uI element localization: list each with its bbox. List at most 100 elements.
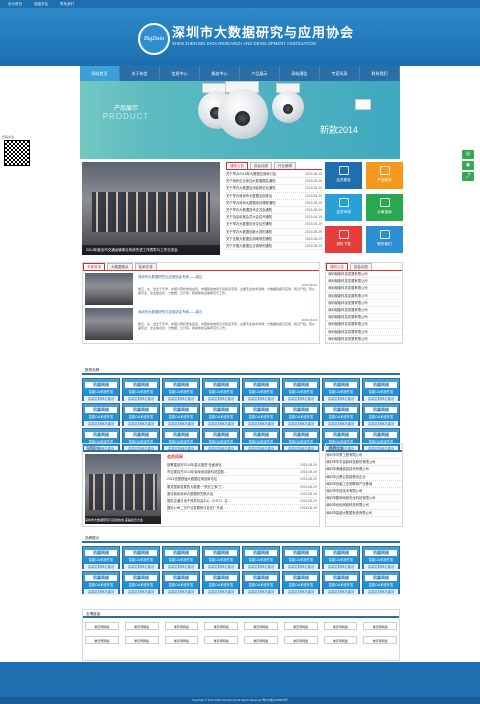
list-item[interactable]: 市交委召开2014年省深圳创新科技暨城… 2015-08-29 <box>167 469 317 477</box>
list-item[interactable]: 关于组织企业参加大数据展会通知 2015-08-29 <box>226 178 322 186</box>
friend-link[interactable]: 重庆博网络 <box>204 622 238 630</box>
nav-item[interactable]: 专家风采 <box>320 66 360 81</box>
brand-banner[interactable]: 凤凰网络 智能OA系统开发 高端定制网站建设 <box>202 378 240 402</box>
brand-banner[interactable]: 凤凰网络 智能OA系统开发 高端定制网站建设 <box>82 546 120 570</box>
friend-link[interactable]: 重庆博网络 <box>363 622 397 630</box>
list-item[interactable]: 邀请我省深圳大数据研究院大会 2015-08-29 <box>167 491 317 498</box>
friend-link[interactable]: 重庆博网络 <box>283 622 318 630</box>
brand-banner[interactable]: 凤凰网络 智能OA系统开发 高端定制网站建设 <box>122 571 160 595</box>
tab-notice[interactable]: 通知公告 <box>226 162 248 169</box>
list-item[interactable]: 关于开展大数据企业调研的通知 2015-08-29 <box>226 243 322 251</box>
list-item[interactable]: 国际交通与电子商务协会中心（GITC）召… 2015-08-29 <box>167 498 317 506</box>
brand-banner[interactable]: 凤凰网络 智能OA系统开发 高端定制网站建设 <box>202 546 240 570</box>
brand-banner[interactable]: 凤凰网络 智能OA系统开发 高端定制网站建设 <box>242 546 280 570</box>
list-item[interactable]: 关于举办大数据技术交流会通知 2015-08-29 <box>226 207 322 215</box>
brand-banner[interactable]: 凤凰网络 智能OA系统开发 高端定制网站建设 <box>282 403 320 427</box>
logo-icon[interactable]: BigData <box>138 23 170 55</box>
list-item[interactable]: 国际公司二次产业发展研讨会在厂东省… 2015-08-29 <box>167 505 317 513</box>
list-item[interactable]: 部署建设好2014年重点推进“全面深化… 2015-08-29 <box>167 462 317 470</box>
list-item[interactable]: 深圳赋能科技发展有限公司 <box>326 293 402 300</box>
friend-link[interactable]: 重庆博网络 <box>323 636 358 644</box>
friend-link[interactable]: 重庆博网络 <box>244 622 278 630</box>
news-photo[interactable]: 2014年度全市交通运输事业系统先进工作表彰与工作交流会 <box>82 162 220 255</box>
brand-banner[interactable]: 凤凰网络 智能OA系统开发 高端定制网站建设 <box>282 378 320 402</box>
list-item[interactable]: 深圳赋能科技发展有限公司 <box>326 307 402 315</box>
friend-link[interactable]: 重庆博网络 <box>164 622 199 630</box>
brand-banner[interactable]: 凤凰网络 智能OA系统开发 高端定制网站建设 <box>242 571 280 595</box>
list-item[interactable]: 深圳赋能科技发展有限公司 <box>326 285 402 293</box>
brand-banner[interactable]: 凤凰网络 智能OA系统开发 高端定制网站建设 <box>282 571 320 595</box>
list-item[interactable]: 深圳市优越工业物联网产业基地 <box>326 481 402 488</box>
list-item[interactable]: 深圳市华东高新科技股份有限公司 <box>326 459 402 467</box>
nav-item[interactable]: 关于协会 <box>120 66 160 81</box>
nav-item[interactable]: 信息中心 <box>160 66 200 81</box>
download-button[interactable]: 资料下载 <box>325 226 362 253</box>
tab-tech[interactable]: 技术交流 <box>134 263 157 270</box>
wechat-icon[interactable]: ◎ <box>462 150 474 159</box>
banner[interactable]: 产品展示 PRODUCT 新款2014 <box>80 81 400 159</box>
friend-link[interactable]: 重庆博网络 <box>283 636 318 644</box>
brand-banner[interactable]: 凤凰网络 智能OA系统开发 高端定制网站建设 <box>362 378 400 402</box>
top-link[interactable]: 联系我们 <box>60 2 74 6</box>
brand-banner[interactable]: 凤凰网络 智能OA系统开发 高端定制网站建设 <box>162 546 200 570</box>
member-service-button[interactable]: 会员服务 <box>325 162 362 189</box>
list-item[interactable]: 深圳赋能科技发展有限公司 <box>326 329 402 336</box>
friend-link[interactable]: 重庆博网络 <box>363 636 397 644</box>
list-item[interactable]: 关于举办2015年大数据应用研讨会 2015-08-29 <box>226 171 322 179</box>
brand-banner[interactable]: 凤凰网络 智能OA系统开发 高端定制网站建设 <box>122 546 160 570</box>
list-item[interactable]: 关于举办大数据安全论坛的通知 2015-08-29 <box>226 221 322 229</box>
brand-banner[interactable]: 凤凰网络 智能OA系统开发 高端定制网站建设 <box>202 403 240 427</box>
list-item[interactable]: 深圳市数码网络安全科技有限公司 <box>326 495 402 503</box>
list-item[interactable]: 服务国家发展的大数据一“院长之家”之… 2015-08-29 <box>167 484 317 491</box>
brand-banner[interactable]: 凤凰网络 智能OA系统开发 高端定制网站建设 <box>322 403 360 427</box>
list-item[interactable]: 深圳市华策工程有限公司 <box>326 452 402 460</box>
expert-row[interactable]: 深圳市大数据研究与应用协会专家——姚云 2015-08-29 姚云，女，出生于天… <box>83 271 319 306</box>
brand-banner[interactable]: 凤凰网络 智能OA系统开发 高端定制网站建设 <box>322 571 360 595</box>
product-service-button[interactable]: 产品服务 <box>366 162 403 189</box>
friend-link[interactable]: 重庆博网络 <box>85 622 119 630</box>
expert-title[interactable]: 深圳市大数据研究与应用协会专家——姚云 <box>138 310 317 314</box>
list-item[interactable]: 深圳市华信技术有限公司 <box>326 488 402 496</box>
list-item[interactable]: 深圳赋能科技发展有限公司 <box>326 336 402 343</box>
friend-link[interactable]: 重庆博网络 <box>124 636 159 644</box>
list-item[interactable]: 深圳赋能科技发展有限公司 <box>326 321 402 329</box>
list-item[interactable]: 关于举办深圳大数据培训课程通知 2015-08-29 <box>226 200 322 207</box>
list-item[interactable]: 深圳市云腾云智能物流企业 <box>326 474 402 481</box>
expert-title[interactable]: 深圳市大数据研究与应用协会专家——姚云 <box>138 275 317 279</box>
friend-link[interactable]: 重庆博网络 <box>164 636 199 644</box>
friend-link[interactable]: 重庆博网络 <box>323 622 358 630</box>
list-item[interactable]: 深圳市高超大数据系统有限公司 <box>326 510 402 517</box>
brand-banner[interactable]: 凤凰网络 智能OA系统开发 高端定制网站建设 <box>202 571 240 595</box>
friend-link[interactable]: 重庆博网络 <box>85 636 119 644</box>
list-item[interactable]: 深圳市优优网络科技有限公司 <box>326 502 402 510</box>
weibo-icon[interactable]: ◉ <box>462 161 474 170</box>
brand-banner[interactable]: 凤凰网络 智能OA系统开发 高端定制网站建设 <box>242 403 280 427</box>
guide-button[interactable]: 办事指南 <box>366 194 403 221</box>
brand-banner[interactable]: 凤凰网络 智能OA系统开发 高端定制网站建设 <box>362 546 400 570</box>
brand-banner[interactable]: 凤凰网络 智能OA系统开发 高端定制网站建设 <box>282 546 320 570</box>
list-item[interactable]: 深圳赋能科技发展有限公司 <box>326 314 402 322</box>
member-news-title[interactable]: 会员风采 <box>167 454 317 460</box>
nav-item[interactable]: 服务中心 <box>200 66 240 81</box>
tab-association[interactable]: 协会动态 <box>350 263 372 270</box>
brand-banner[interactable]: 凤凰网络 智能OA系统开发 高端定制网站建设 <box>162 571 200 595</box>
list-item[interactable]: 深圳赋能科技发展有限公司 <box>326 278 402 286</box>
nav-item[interactable]: 产品展示 <box>240 66 280 81</box>
brand-banner[interactable]: 凤凰网络 智能OA系统开发 高端定制网站建设 <box>162 378 200 402</box>
friend-link[interactable]: 重庆博网络 <box>244 636 278 644</box>
qr-float-left[interactable]: 扫码关注 <box>2 135 32 168</box>
top-link[interactable]: 设为首页 <box>8 2 22 6</box>
list-item[interactable]: 2015全国首届大数据应用创新论坛 2015-08-29 <box>167 476 317 484</box>
tab-association[interactable]: 协会动态 <box>250 162 272 169</box>
list-item[interactable]: 深圳赋能科技发展有限公司 <box>326 271 402 279</box>
tab-view[interactable]: 大数据观点 <box>107 263 133 270</box>
member-apply-button[interactable]: 会员申请 <box>325 194 362 221</box>
list-item[interactable]: 关于协会年度会员大会召开通知 2015-08-29 <box>226 214 322 222</box>
friend-link[interactable]: 重庆博网络 <box>204 636 238 644</box>
brand-banner[interactable]: 凤凰网络 智能OA系统开发 高端定制网站建设 <box>322 378 360 402</box>
list-item[interactable]: 深圳市海通信息技术有限公司 <box>326 466 402 474</box>
tab-industry[interactable]: 行业新闻 <box>274 162 296 169</box>
share-icon[interactable]: ⤴ <box>462 172 474 181</box>
member-photo[interactable]: 深圳市大数据研究与应用协会 首届会员大会 <box>85 454 161 524</box>
brand-banner[interactable]: 凤凰网络 智能OA系统开发 高端定制网站建设 <box>82 403 120 427</box>
